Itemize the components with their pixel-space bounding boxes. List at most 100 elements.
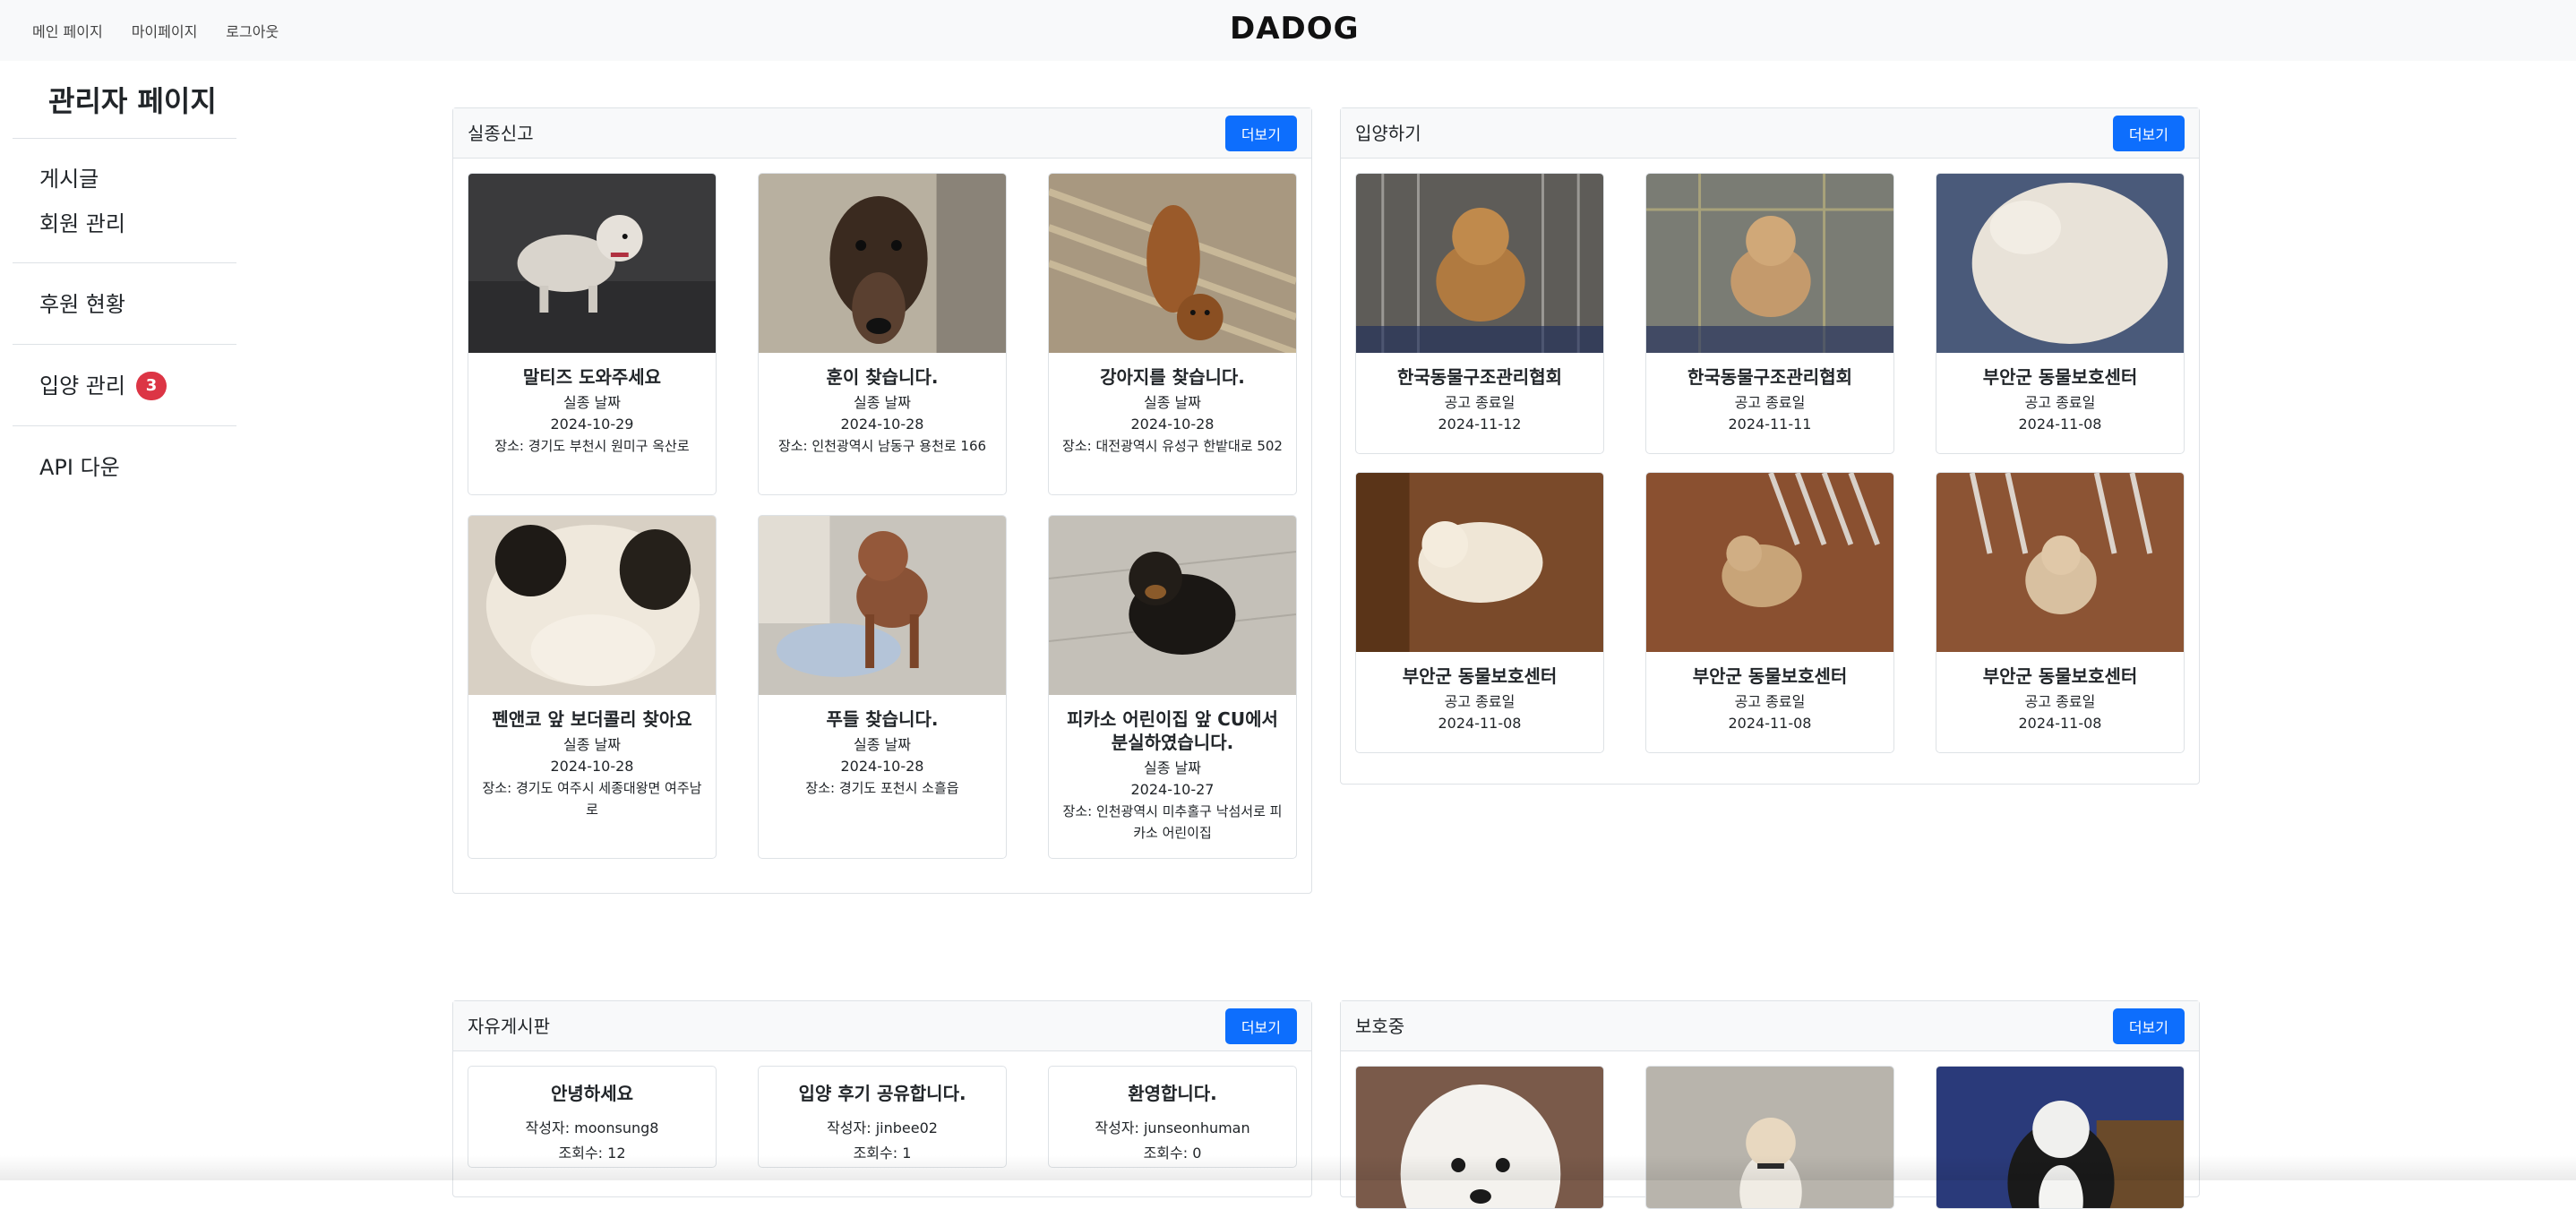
nav-mypage-link[interactable]: 마이페이지 — [132, 20, 198, 41]
card-date-label: 실종 날짜 — [563, 736, 621, 753]
sidebar-group-api: API 다운 — [13, 426, 236, 507]
protected-panel-title: 보호중 — [1355, 1016, 1405, 1037]
board-panel-title: 자유게시판 — [468, 1016, 550, 1037]
board-panel-header: 자유게시판 더보기 — [453, 1001, 1311, 1051]
brand-logo[interactable]: DADOG — [1230, 11, 1360, 47]
protected-card[interactable] — [1355, 1066, 1604, 1209]
sidebar-group-adoption: 입양 관리 3 — [13, 345, 236, 426]
dog-photo — [1049, 516, 1296, 695]
sidebar-item-posts[interactable]: 게시글 — [39, 157, 236, 202]
card-date-label: 공고 종료일 — [1734, 693, 1806, 710]
adoption-count-badge: 3 — [135, 372, 167, 400]
protected-card[interactable] — [1936, 1066, 2185, 1209]
card-title: 푸들 찾습니다. — [826, 708, 939, 730]
card-title: 강아지를 찾습니다. — [1100, 366, 1245, 388]
post-title: 입양 후기 공유합니다. — [798, 1083, 966, 1104]
card-title: 펜앤코 앞 보더콜리 찾아요 — [492, 708, 692, 730]
adoption-panel-header: 입양하기 더보기 — [1341, 108, 2199, 159]
missing-panel-header: 실종신고 더보기 — [453, 108, 1311, 159]
post-author: 작성자: jinbee02 — [827, 1119, 938, 1136]
card-date: 2024-10-27 — [1130, 781, 1215, 798]
card-place: 장소: 경기도 포천시 소흘읍 — [805, 780, 959, 796]
card-date-label: 공고 종료일 — [1444, 394, 1516, 411]
dog-photo — [468, 516, 716, 695]
missing-card[interactable]: 피카소 어린이집 앞 CU에서 분실하였습니다. 실종 날짜 2024-10-2… — [1048, 515, 1297, 859]
protected-more-button[interactable]: 더보기 — [2112, 1008, 2185, 1044]
nav-main-page-link[interactable]: 메인 페이지 — [32, 20, 103, 41]
sidebar-item-adoption[interactable]: 입양 관리 3 — [39, 363, 236, 409]
dog-photo — [468, 174, 716, 353]
card-date: 2024-10-28 — [840, 416, 924, 433]
card-place: 장소: 경기도 여주시 세종대왕면 여주남로 — [482, 780, 702, 818]
card-date-label: 공고 종료일 — [2024, 693, 2096, 710]
missing-panel-title: 실종신고 — [468, 123, 534, 144]
card-title: 한국동물구조관리협회 — [1397, 366, 1562, 388]
board-post-card[interactable]: 환영합니다. 작성자: junseonhuman 조회수: 0 — [1048, 1066, 1297, 1168]
sidebar-group-posts: 게시글 회원 관리 — [13, 139, 236, 263]
post-title: 안녕하세요 — [551, 1083, 633, 1104]
card-place: 장소: 경기도 부천시 원미구 옥산로 — [494, 438, 690, 454]
card-date: 2024-10-28 — [1130, 416, 1215, 433]
card-date: 2024-10-28 — [840, 758, 924, 775]
dog-photo — [1646, 1067, 1893, 1208]
dog-photo — [759, 516, 1006, 695]
card-date: 2024-11-08 — [1728, 715, 1812, 732]
board-more-button[interactable]: 더보기 — [1224, 1008, 1297, 1044]
sidebar-item-api-download[interactable]: API 다운 — [39, 444, 236, 491]
card-date: 2024-10-28 — [550, 758, 634, 775]
dog-photo — [1936, 1067, 2184, 1208]
post-author: 작성자: moonsung8 — [525, 1119, 659, 1136]
card-title: 훈이 찾습니다. — [826, 366, 939, 388]
card-title: 부안군 동물보호센터 — [1982, 366, 2138, 388]
card-date-label: 실종 날짜 — [854, 394, 911, 411]
post-author: 작성자: junseonhuman — [1095, 1119, 1250, 1136]
adoption-card[interactable]: 한국동물구조관리협회 공고 종료일 2024-11-12 — [1355, 173, 1604, 454]
dog-photo — [1356, 473, 1603, 652]
missing-card[interactable]: 펜앤코 앞 보더콜리 찾아요 실종 날짜 2024-10-28 장소: 경기도 … — [468, 515, 717, 859]
post-title: 환영합니다. — [1128, 1083, 1217, 1104]
board-post-card[interactable]: 입양 후기 공유합니다. 작성자: jinbee02 조회수: 1 — [758, 1066, 1007, 1168]
adoption-more-button[interactable]: 더보기 — [2112, 116, 2185, 151]
protected-card[interactable] — [1645, 1066, 1894, 1209]
sidebar-title: 관리자 페이지 — [13, 72, 236, 139]
card-date: 2024-11-12 — [1438, 416, 1522, 433]
sidebar-item-adoption-label: 입양 관리 — [39, 373, 125, 399]
card-title: 부안군 동물보호센터 — [1982, 665, 2138, 687]
sidebar-item-donation[interactable]: 후원 현황 — [39, 281, 236, 328]
dog-photo — [1049, 174, 1296, 353]
missing-card[interactable]: 푸들 찾습니다. 실종 날짜 2024-10-28 장소: 경기도 포천시 소흘… — [758, 515, 1007, 859]
card-date-label: 실종 날짜 — [1144, 759, 1201, 776]
sidebar-item-members[interactable]: 회원 관리 — [39, 202, 236, 246]
adoption-card[interactable]: 부안군 동물보호센터 공고 종료일 2024-11-08 — [1936, 472, 2185, 753]
card-title: 피카소 어린이집 앞 CU에서 분실하였습니다. — [1067, 708, 1278, 753]
nav-logout-link[interactable]: 로그아웃 — [226, 20, 279, 41]
adoption-card[interactable]: 한국동물구조관리협회 공고 종료일 2024-11-11 — [1645, 173, 1894, 454]
dog-photo — [759, 174, 1006, 353]
card-date-label: 실종 날짜 — [563, 394, 621, 411]
protected-panel-header: 보호중 더보기 — [1341, 1001, 2199, 1051]
card-place: 장소: 인천광역시 남동구 용천로 166 — [777, 438, 987, 454]
dog-photo — [1936, 473, 2184, 652]
bottom-shadow — [0, 1155, 2576, 1180]
card-date: 2024-11-11 — [1728, 416, 1812, 433]
card-date-label: 실종 날짜 — [1144, 394, 1201, 411]
card-title: 부안군 동물보호센터 — [1402, 665, 1558, 687]
adoption-panel: 입양하기 더보기 한국동물구조관리협회 공고 종료일 2024-11-12 한국… — [1340, 107, 2200, 785]
missing-card[interactable]: 강아지를 찾습니다. 실종 날짜 2024-10-28 장소: 대전광역시 유성… — [1048, 173, 1297, 495]
missing-card[interactable]: 말티즈 도와주세요 실종 날짜 2024-10-29 장소: 경기도 부천시 원… — [468, 173, 717, 495]
card-place: 장소: 대전광역시 유성구 한밭대로 502 — [1062, 438, 1283, 454]
missing-card[interactable]: 훈이 찾습니다. 실종 날짜 2024-10-28 장소: 인천광역시 남동구 … — [758, 173, 1007, 495]
card-date-label: 공고 종료일 — [1734, 394, 1806, 411]
adoption-card[interactable]: 부안군 동물보호센터 공고 종료일 2024-11-08 — [1936, 173, 2185, 454]
adoption-panel-title: 입양하기 — [1355, 123, 1421, 144]
missing-report-panel: 실종신고 더보기 말티즈 도와주세요 실종 날짜 2024-10-29 장소: … — [452, 107, 1312, 894]
card-date-label: 공고 종료일 — [2024, 394, 2096, 411]
admin-sidebar: 관리자 페이지 게시글 회원 관리 후원 현황 입양 관리 3 API 다운 — [13, 72, 236, 507]
adoption-card[interactable]: 부안군 동물보호센터 공고 종료일 2024-11-08 — [1645, 472, 1894, 753]
adoption-card[interactable]: 부안군 동물보호센터 공고 종료일 2024-11-08 — [1355, 472, 1604, 753]
missing-more-button[interactable]: 더보기 — [1224, 116, 1297, 151]
board-post-card[interactable]: 안녕하세요 작성자: moonsung8 조회수: 12 — [468, 1066, 717, 1168]
dog-photo — [1646, 174, 1893, 353]
dog-photo — [1646, 473, 1893, 652]
card-date-label: 실종 날짜 — [854, 736, 911, 753]
